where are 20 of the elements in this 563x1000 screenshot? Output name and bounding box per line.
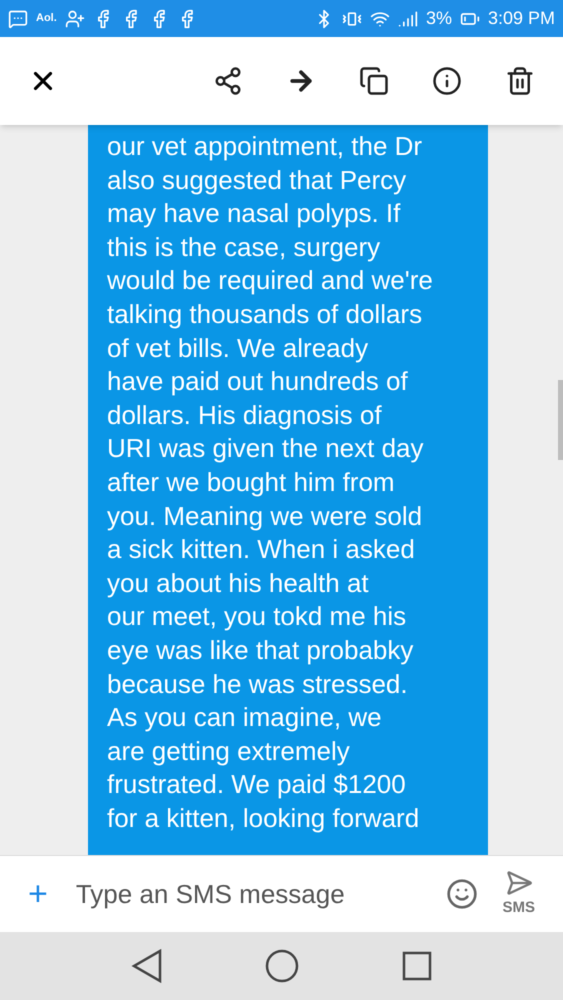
send-icon — [504, 868, 533, 897]
battery-percent: 3% — [426, 7, 452, 30]
signal-icon — [398, 8, 418, 28]
info-icon[interactable] — [432, 66, 462, 96]
home-icon[interactable] — [265, 949, 300, 983]
emoji-icon[interactable] — [446, 878, 478, 910]
back-icon[interactable] — [131, 949, 164, 983]
app-label: Aol. — [36, 11, 57, 26]
send-button[interactable]: SMS — [502, 868, 535, 920]
message-text: our vet appointment, the Dr also suggested that Percy may have nasal polyps. If this is the case, surgery would be required and we're talking thousands of dollars of vet bills. We already have paid out hundreds of dollars. His diagnosis of URI was given the next day after we bought him from you. Meaning we were sold a sick kitten. When i asked you about his health at our meet, you tokd me his eye was like that probabky because he was stressed. As you can imagine, we are getting extremely frustrated. We paid $1200 for a kitten, looking forward — [107, 130, 434, 835]
message-input[interactable]: Type an SMS message — [76, 874, 422, 914]
delete-icon[interactable] — [505, 66, 535, 96]
clock: 3:09 PM — [488, 7, 555, 30]
copy-icon[interactable] — [359, 66, 389, 96]
add-button[interactable]: + — [28, 868, 48, 920]
recent-apps-icon[interactable] — [402, 951, 432, 981]
composer-bar[interactable]: + Type an SMS message SMS — [0, 855, 563, 932]
chat-icon — [8, 8, 28, 28]
share-icon[interactable] — [213, 66, 243, 96]
person-add-icon — [64, 8, 85, 28]
